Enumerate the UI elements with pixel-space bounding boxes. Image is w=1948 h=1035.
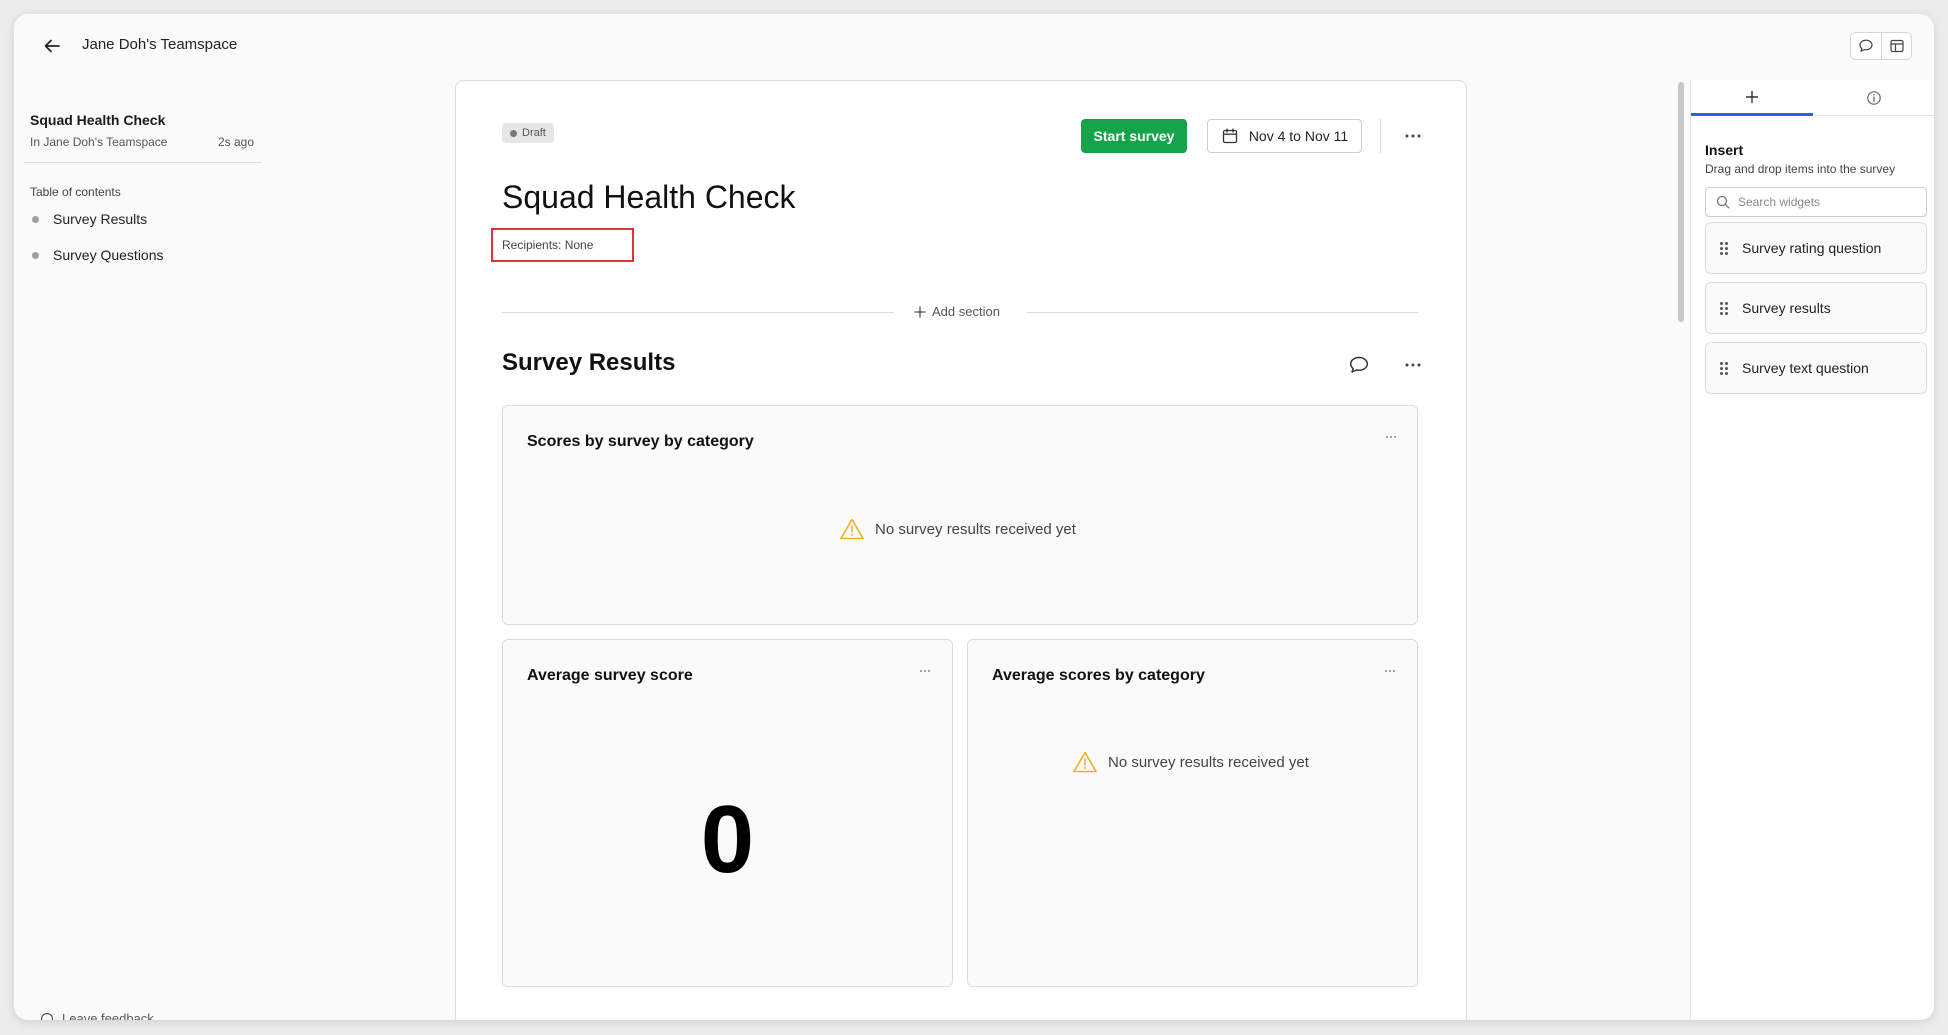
header-divider bbox=[1380, 119, 1381, 153]
drag-handle-icon[interactable] bbox=[1720, 241, 1728, 255]
plus-icon bbox=[914, 305, 926, 318]
document-card: Draft Start survey Nov 4 to Nov 11 Squad… bbox=[455, 80, 1467, 1020]
tab-info[interactable] bbox=[1813, 80, 1934, 116]
empty-state-message: No survey results received yet bbox=[875, 520, 1076, 538]
insert-subtitle: Drag and drop items into the survey bbox=[1705, 162, 1896, 176]
start-survey-button[interactable]: Start survey bbox=[1081, 119, 1187, 153]
toc-item-label: Survey Questions bbox=[53, 247, 164, 263]
doc-timestamp: 2s ago bbox=[217, 135, 254, 149]
section-title-survey-results[interactable]: Survey Results bbox=[502, 349, 675, 377]
add-section-label: Add section bbox=[932, 304, 1000, 319]
document-title[interactable]: Squad Health Check bbox=[502, 179, 796, 216]
toc-item-survey-questions[interactable]: Survey Questions bbox=[32, 247, 164, 263]
widget-item-label: Survey text question bbox=[1742, 360, 1869, 376]
widget-average-survey-score: Average survey score 0 bbox=[502, 639, 953, 987]
sidebar-doc-meta: In Jane Doh's Teamspace 2s ago bbox=[30, 135, 254, 149]
tab-insert[interactable] bbox=[1691, 80, 1813, 116]
sidebar-divider bbox=[24, 162, 262, 163]
search-widgets-input[interactable] bbox=[1738, 195, 1918, 209]
more-horizontal-icon bbox=[1386, 436, 1396, 438]
section-comment-button[interactable] bbox=[1346, 353, 1372, 377]
left-sidebar: Squad Health Check In Jane Doh's Teamspa… bbox=[14, 74, 274, 1020]
teamspace-title: Jane Doh's Teamspace bbox=[82, 36, 238, 53]
feedback-label: Leave feedback bbox=[62, 1011, 154, 1020]
info-icon bbox=[1867, 91, 1881, 105]
insert-title: Insert bbox=[1705, 142, 1744, 158]
date-range-button[interactable]: Nov 4 to Nov 11 bbox=[1207, 119, 1362, 153]
toc-bullet bbox=[32, 251, 39, 259]
widget-more-button[interactable] bbox=[1378, 662, 1402, 680]
widget-item-survey-text-question[interactable]: Survey text question bbox=[1705, 342, 1927, 394]
toc-item-label: Survey Results bbox=[53, 211, 148, 227]
document-scrollbar[interactable] bbox=[1675, 80, 1685, 1020]
sidebar-doc-name: Squad Health Check bbox=[30, 112, 166, 128]
drag-handle-icon[interactable] bbox=[1720, 301, 1728, 315]
comments-toggle-button[interactable] bbox=[1851, 33, 1881, 59]
status-badge-label: Draft bbox=[522, 127, 546, 139]
recipients-field[interactable]: Recipients: None bbox=[491, 228, 634, 262]
toc-item-survey-results[interactable]: Survey Results bbox=[32, 211, 147, 227]
status-badge: Draft bbox=[502, 123, 554, 143]
widget-title: Average survey score bbox=[527, 667, 693, 684]
panel-layout-icon bbox=[1889, 39, 1904, 53]
back-button[interactable] bbox=[38, 32, 66, 60]
feedback-icon bbox=[40, 1012, 54, 1020]
toc-bullet bbox=[32, 215, 39, 223]
widget-title: Average scores by category bbox=[992, 667, 1205, 684]
toc-title: Table of contents bbox=[30, 185, 121, 199]
widget-search-box bbox=[1705, 187, 1927, 217]
widget-item-survey-results[interactable]: Survey results bbox=[1705, 282, 1927, 334]
app-window: Jane Doh's Teamspace Squad Health Check … bbox=[14, 14, 1934, 1020]
add-section-divider: Add section bbox=[502, 303, 1418, 323]
leave-feedback-link[interactable]: Leave feedback bbox=[40, 1011, 154, 1020]
average-score-value: 0 bbox=[700, 786, 755, 893]
widget-average-scores-by-category: Average scores by category No survey res… bbox=[967, 639, 1418, 987]
insert-panel: Insert Drag and drop items into the surv… bbox=[1690, 80, 1934, 1020]
top-bar: Jane Doh's Teamspace bbox=[14, 14, 1934, 74]
search-icon bbox=[1716, 195, 1730, 209]
more-horizontal-icon bbox=[920, 670, 930, 672]
more-horizontal-icon bbox=[1405, 363, 1421, 367]
widget-item-label: Survey results bbox=[1742, 300, 1831, 316]
comment-icon bbox=[1349, 356, 1369, 373]
more-horizontal-icon bbox=[1405, 134, 1421, 138]
document-more-button[interactable] bbox=[1398, 124, 1428, 148]
widget-item-survey-rating-question[interactable]: Survey rating question bbox=[1705, 222, 1927, 274]
plus-icon bbox=[1745, 90, 1759, 103]
more-horizontal-icon bbox=[1385, 670, 1395, 672]
scrollbar-thumb[interactable] bbox=[1678, 82, 1684, 322]
calendar-icon bbox=[1222, 128, 1237, 144]
widget-item-label: Survey rating question bbox=[1742, 240, 1882, 256]
widget-more-button[interactable] bbox=[913, 662, 937, 680]
warning-icon bbox=[1073, 751, 1097, 773]
empty-state: No survey results received yet bbox=[839, 517, 1076, 541]
add-section-button[interactable]: Add section bbox=[914, 304, 1000, 319]
warning-icon bbox=[840, 518, 864, 540]
layout-toggle-button[interactable] bbox=[1881, 33, 1911, 59]
top-actions-group bbox=[1850, 32, 1912, 60]
empty-state-message: No survey results received yet bbox=[1108, 753, 1309, 771]
comment-icon bbox=[1859, 39, 1873, 52]
drag-handle-icon[interactable] bbox=[1720, 361, 1728, 375]
panel-tabs bbox=[1691, 80, 1934, 116]
empty-state: No survey results received yet bbox=[1072, 750, 1309, 774]
divider-line bbox=[1027, 312, 1418, 313]
doc-location: In Jane Doh's Teamspace bbox=[30, 135, 168, 149]
status-dot bbox=[510, 129, 517, 137]
widget-scores-by-category: Scores by survey by category No survey r… bbox=[502, 405, 1418, 625]
arrow-left-icon bbox=[44, 39, 60, 53]
section-more-button[interactable] bbox=[1398, 353, 1428, 377]
date-range-label: Nov 4 to Nov 11 bbox=[1248, 128, 1349, 144]
divider-line bbox=[502, 312, 894, 313]
widget-title: Scores by survey by category bbox=[527, 433, 754, 450]
widget-more-button[interactable] bbox=[1379, 428, 1403, 446]
